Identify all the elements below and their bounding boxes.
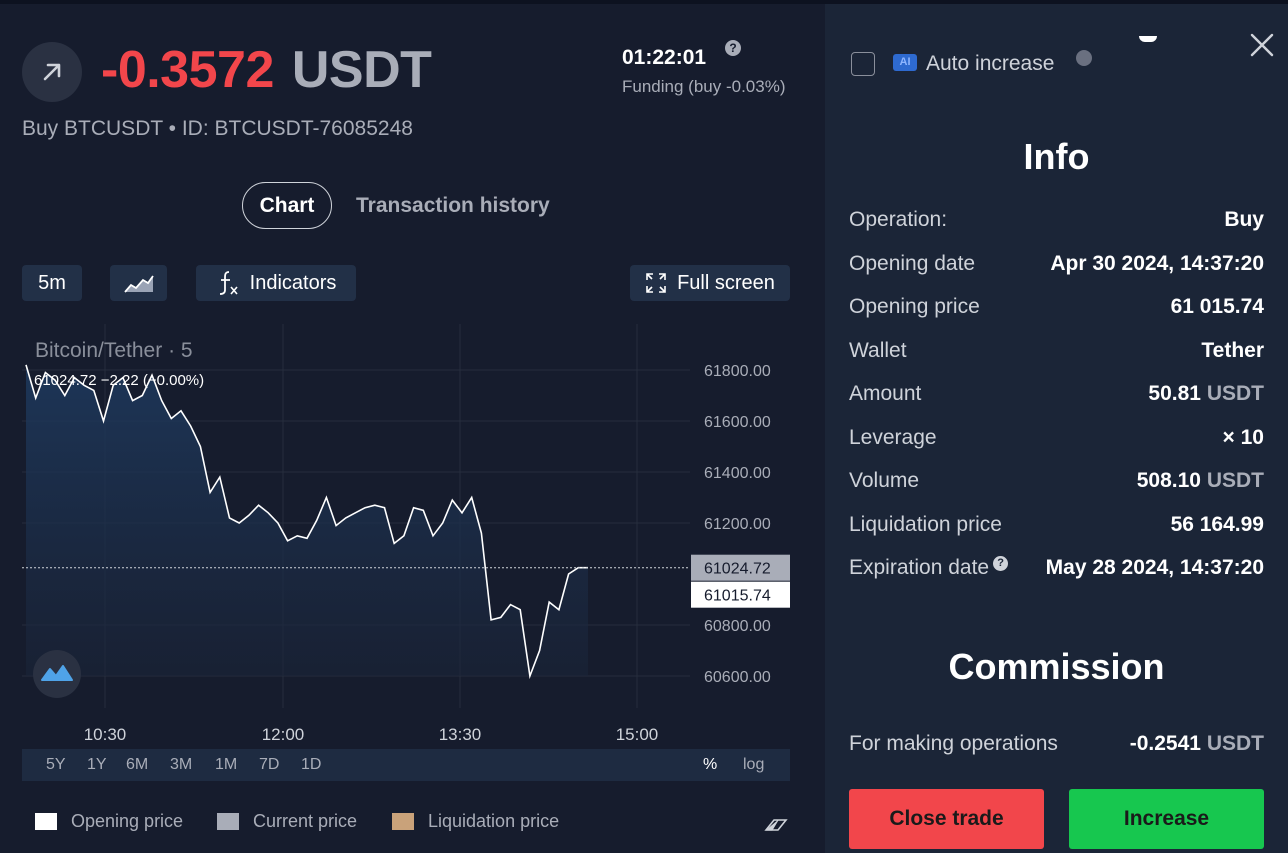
row-opening-price: Opening price 61 015.74 xyxy=(849,295,1264,319)
row-wallet: Wallet Tether xyxy=(849,339,1264,363)
arrow-up-right-icon xyxy=(43,63,61,81)
row-commission: For making operations -0.2541 USDT xyxy=(849,732,1264,756)
range-1d[interactable]: 1D xyxy=(301,756,321,774)
row-liquidation-price: Liquidation price 56 164.99 xyxy=(849,513,1264,537)
pnl-value: -0.3572 xyxy=(101,41,274,99)
ai-badge: AI xyxy=(893,54,917,71)
y-tick-label: 61400.00 xyxy=(704,465,771,482)
function-icon xyxy=(219,271,238,295)
x-tick-label: 15:00 xyxy=(616,725,659,744)
y-tick-label: 61600.00 xyxy=(704,414,771,431)
funding-timer: 01:22:01 xyxy=(622,46,707,69)
row-value: 61 015.74 xyxy=(1170,295,1264,318)
auto-increase-checkbox[interactable] xyxy=(851,52,875,76)
y-tick-label: 61800.00 xyxy=(704,363,771,380)
legend-opening-price: Opening price xyxy=(35,811,183,832)
row-operation: Operation: Buy xyxy=(849,208,1264,232)
row-label: Leverage xyxy=(849,426,937,449)
range-6m[interactable]: 6M xyxy=(126,756,148,774)
range-bar: 5Y 1Y 6M 3M 1M 7D 1D % log xyxy=(22,749,790,781)
help-icon[interactable] xyxy=(1076,50,1092,66)
row-value: Apr 30 2024, 14:37:20 xyxy=(1050,252,1264,275)
y-tick-label: 60800.00 xyxy=(704,618,771,635)
pnl-currency: USDT xyxy=(291,41,432,99)
increase-button[interactable]: Increase xyxy=(1069,789,1264,849)
x-tick-label: 12:00 xyxy=(262,725,305,744)
chart-type-button[interactable] xyxy=(110,265,167,301)
chart-price-info: 61024.72 −2.22 (−0.00%) xyxy=(34,372,205,389)
row-value: -0.2541 xyxy=(1129,732,1201,755)
chart-title: Bitcoin/Tether · 5 xyxy=(35,339,193,362)
legend-liquidation-price: Liquidation price xyxy=(392,811,559,832)
row-value: × 10 xyxy=(1222,426,1264,449)
legend-current-price: Current price xyxy=(217,811,357,832)
row-unit: USDT xyxy=(1206,382,1264,405)
indicators-button[interactable]: Indicators xyxy=(196,265,356,301)
row-label: For making operations xyxy=(849,732,1058,755)
row-label-wrap: Expiration date? xyxy=(849,556,1009,580)
trade-subtitle: Buy BTCUSDT • ID: BTCUSDT-76085248 xyxy=(22,117,413,140)
row-value: Buy xyxy=(1224,208,1264,231)
eraser-icon[interactable] xyxy=(764,814,790,834)
percent-toggle[interactable]: % xyxy=(703,756,717,774)
legend-label: Opening price xyxy=(71,811,184,831)
series-area xyxy=(26,364,588,676)
opening-price-label: 61015.74 xyxy=(704,588,771,605)
legend-label: Liquidation price xyxy=(428,811,560,831)
pnl-display: -0.3572 USDT xyxy=(101,40,432,100)
range-5y[interactable]: 5Y xyxy=(46,756,66,774)
range-3m[interactable]: 3M xyxy=(170,756,192,774)
row-label: Wallet xyxy=(849,339,907,362)
row-value: May 28 2024, 14:37:20 xyxy=(1045,556,1264,579)
help-icon[interactable]: ? xyxy=(725,40,741,56)
log-toggle[interactable]: log xyxy=(743,756,764,774)
row-unit: USDT xyxy=(1206,732,1264,755)
auto-increase-label: Auto increase xyxy=(926,52,1055,75)
current-price-label: 61024.72 xyxy=(704,561,771,578)
row-label: Volume xyxy=(849,469,920,492)
row-unit: USDT xyxy=(1206,469,1264,492)
x-tick-label: 10:30 xyxy=(84,725,127,744)
row-value: 50.81 xyxy=(1148,382,1201,405)
range-1y[interactable]: 1Y xyxy=(87,756,107,774)
row-label: Expiration date xyxy=(849,556,990,579)
row-value: 508.10 xyxy=(1136,469,1201,492)
row-value: 56 164.99 xyxy=(1170,513,1264,536)
fullscreen-button[interactable]: Full screen xyxy=(630,265,790,301)
row-amount: Amount 50.81 USDT xyxy=(849,382,1264,406)
range-1m[interactable]: 1M xyxy=(215,756,237,774)
legend-swatch xyxy=(217,813,239,830)
row-leverage: Leverage × 10 xyxy=(849,426,1264,450)
row-label: Opening date xyxy=(849,252,976,275)
legend-label: Current price xyxy=(253,811,358,831)
legend-swatch xyxy=(392,813,414,830)
indicators-label: Indicators xyxy=(249,271,337,294)
range-7d[interactable]: 7D xyxy=(259,756,279,774)
info-title: Info xyxy=(1023,136,1090,177)
row-label: Liquidation price xyxy=(849,513,1002,536)
commission-title: Commission xyxy=(948,646,1165,687)
tab-transaction-history[interactable]: Transaction history xyxy=(356,194,550,218)
row-volume: Volume 508.10 USDT xyxy=(849,469,1264,493)
x-tick-label: 13:30 xyxy=(439,725,482,744)
help-icon[interactable]: ? xyxy=(993,556,1009,571)
area-chart-icon xyxy=(123,275,154,293)
tab-chart[interactable]: Chart xyxy=(242,182,332,229)
close-icon[interactable] xyxy=(1247,30,1277,60)
row-opening-date: Opening date Apr 30 2024, 14:37:20 xyxy=(849,252,1264,276)
y-tick-label: 61200.00 xyxy=(704,516,771,533)
direction-badge xyxy=(22,42,82,102)
expand-icon xyxy=(646,273,666,293)
close-trade-button[interactable]: Close trade xyxy=(849,789,1044,849)
row-expiration-date: Expiration date? May 28 2024, 14:37:20 xyxy=(849,556,1264,580)
row-label: Amount xyxy=(849,382,922,405)
funding-rate: Funding (buy -0.03%) xyxy=(622,77,786,96)
legend-swatch xyxy=(35,813,57,830)
row-label: Operation: xyxy=(849,208,948,231)
fullscreen-label: Full screen xyxy=(677,271,775,294)
row-label: Opening price xyxy=(849,295,980,318)
row-value: Tether xyxy=(1201,339,1264,362)
y-tick-label: 60600.00 xyxy=(704,669,771,686)
interval-button[interactable]: 5m xyxy=(22,265,82,301)
